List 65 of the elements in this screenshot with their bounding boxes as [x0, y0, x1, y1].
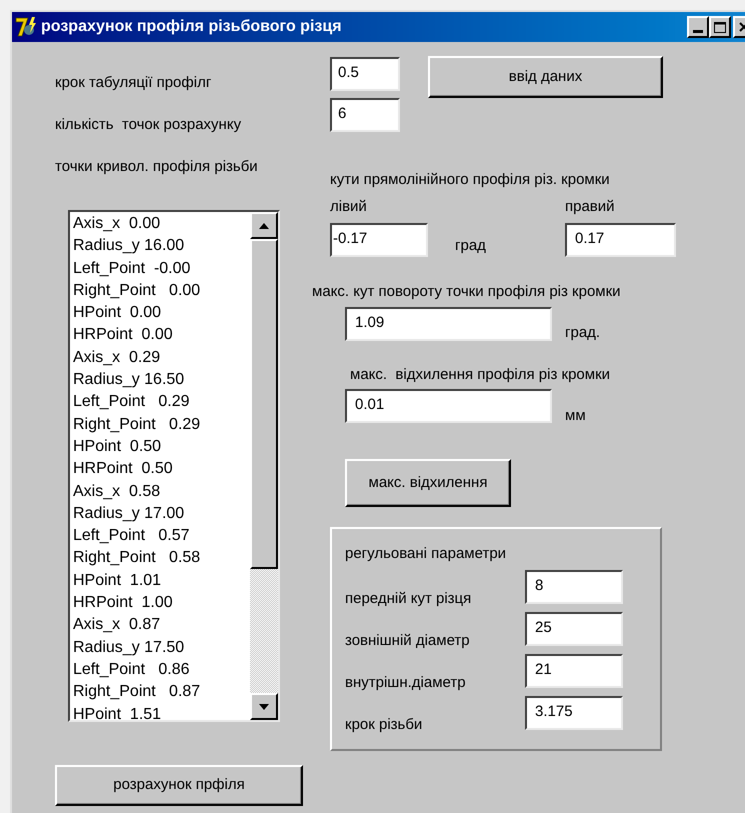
list-item[interactable]: Axis_x 0.58 [73, 480, 250, 503]
maximize-button[interactable] [709, 16, 731, 38]
maximize-icon [714, 22, 726, 32]
field-label: кількість точок розрахунку [55, 115, 242, 135]
list-item[interactable]: Radius_y 17.00 [73, 502, 250, 526]
minimize-icon [693, 30, 703, 33]
points-listbox[interactable] [68, 210, 280, 722]
list-item[interactable]: Radius_y 17.50 [73, 636, 250, 659]
list-item[interactable]: HRPoint 0.50 [73, 458, 250, 481]
list-item[interactable]: HPoint 1.01 [73, 570, 250, 592]
list-item[interactable]: Left_Point 0.29 [73, 391, 250, 414]
max-deviation-button[interactable]: макс. відхилення [345, 459, 511, 507]
minimize-button[interactable] [687, 16, 709, 38]
field-label: правий [565, 197, 615, 217]
field-label: зовнішній діаметр [345, 631, 471, 651]
input-field[interactable]: 21 [525, 654, 623, 688]
unit-label: град. [565, 323, 600, 343]
list-item[interactable]: Radius_y 16.00 [73, 235, 250, 258]
list-item[interactable]: Axis_x 0.87 [73, 614, 250, 637]
app-icon [14, 15, 38, 39]
scrollbar[interactable] [250, 212, 278, 720]
section-label: макс. кут повороту точки профіля різ кромки [312, 282, 622, 302]
input-field[interactable]: -0.17 [330, 223, 428, 257]
up-arrow-icon [259, 222, 269, 228]
list-item[interactable]: HRPoint 0.00 [73, 324, 250, 347]
calculate-button[interactable]: розрахунок прфіля [55, 765, 303, 806]
list-item[interactable]: Right_Point 0.29 [73, 414, 250, 436]
input-field[interactable]: 1.09 [345, 307, 552, 341]
list-item[interactable]: Left_Point 0.57 [73, 525, 250, 548]
field-label: лівий [330, 197, 368, 217]
input-field[interactable]: 8 [525, 570, 623, 604]
input-field[interactable]: 25 [525, 612, 623, 646]
unit-label: град [455, 236, 486, 254]
list-label: точки кривол. профіля різьби [55, 157, 259, 177]
input-data-button[interactable]: ввід даних [428, 56, 663, 98]
scroll-thumb[interactable] [250, 239, 278, 569]
input-field[interactable]: 0.17 [565, 223, 676, 257]
list-item[interactable]: Right_Point 0.87 [73, 681, 250, 704]
list-item[interactable]: Axis_x 0.29 [73, 346, 250, 370]
field-label: внутрішн.діаметр [345, 673, 467, 693]
down-arrow-icon [259, 704, 269, 710]
scroll-down-button[interactable] [250, 693, 278, 720]
scroll-up-button[interactable] [250, 212, 278, 239]
field-label: крок табуляції профілг [55, 73, 212, 93]
unit-label: мм [565, 406, 586, 426]
input-field[interactable]: 3.175 [525, 696, 623, 730]
input-field[interactable]: 0.01 [345, 389, 552, 423]
input-field[interactable]: 0.5 [330, 57, 400, 91]
list-item[interactable]: HPoint 0.50 [73, 436, 250, 458]
window-title: розрахунок профіля різьбового різця [41, 17, 342, 37]
field-label: крок різьби [345, 715, 424, 735]
input-field[interactable]: 6 [330, 98, 400, 132]
field-label: передній кут різця [345, 589, 472, 609]
group-title: регульовані параметри [345, 544, 508, 564]
list-item[interactable]: Left_Point 0.86 [73, 658, 250, 682]
section-label: макс. відхилення профіля різ кромки [350, 365, 612, 385]
list-item[interactable]: HPoint 1.51 [73, 704, 250, 720]
section-label: кути прямолінійного профіля різ. кромки [330, 170, 611, 190]
list-item[interactable]: Left_Point -0.00 [73, 258, 250, 280]
list-item[interactable]: HRPoint 1.00 [73, 592, 250, 614]
list-item[interactable]: HPoint 0.00 [73, 302, 250, 324]
list-item[interactable]: Right_Point 0.00 [73, 280, 250, 302]
list-item[interactable]: Axis_x 0.00 [73, 213, 250, 236]
list-item[interactable]: Right_Point 0.58 [73, 547, 250, 570]
list-item[interactable]: Radius_y 16.50 [73, 369, 250, 392]
